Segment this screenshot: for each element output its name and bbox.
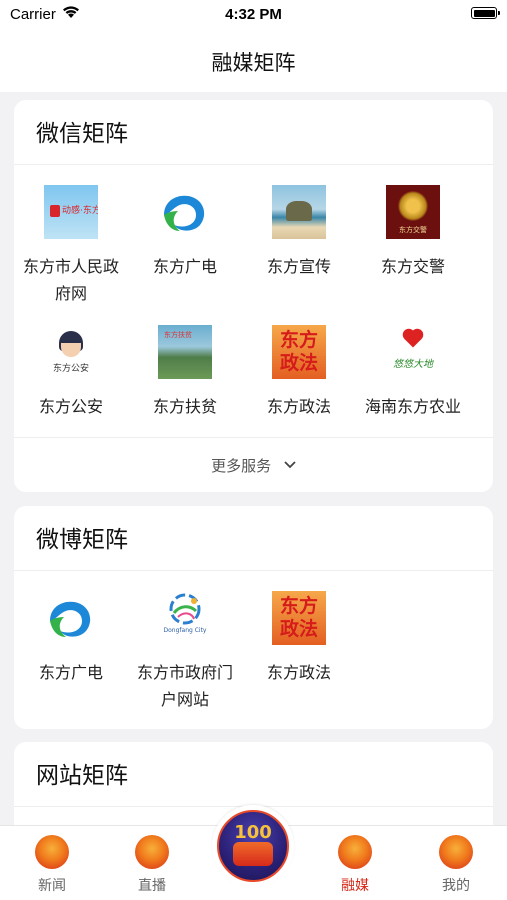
traffic-police-badge-icon: 东方交警 <box>386 185 440 239</box>
more-services-button[interactable]: 更多服务 <box>14 437 493 492</box>
weibo-item-broadcast[interactable]: 东方广电 <box>14 591 128 686</box>
wechat-item-gov[interactable]: 动感·东方 东方市人民政府网 <box>14 185 128 307</box>
media-tab-icon <box>338 835 372 869</box>
gov-site-logo-icon: 动感·东方 <box>44 185 98 239</box>
tab-label: 融媒 <box>341 878 369 894</box>
wechat-item-agriculture[interactable]: 悠悠大地 海南东方农业 <box>356 325 470 420</box>
gov-portal-logo-icon: Dongfang City <box>158 591 212 645</box>
tab-live[interactable]: 直播 <box>112 826 192 895</box>
wechat-item-label: 东方交警 <box>380 257 445 276</box>
tab-media[interactable]: 融媒 <box>315 826 395 895</box>
broadcast-logo-icon <box>158 185 212 239</box>
seaside-photo-logo-icon <box>272 185 326 239</box>
battery-icon <box>471 7 500 19</box>
news-tab-icon <box>35 835 69 869</box>
agriculture-logo-icon: 悠悠大地 <box>386 325 440 379</box>
tab-label: 我的 <box>442 878 470 894</box>
weibo-matrix-title: 微博矩阵 <box>14 506 493 571</box>
centenary-cake-icon: 100 <box>217 810 289 882</box>
wechat-matrix-title: 微信矩阵 <box>14 100 493 165</box>
politics-law-logo-icon: 东方政法 <box>272 591 326 645</box>
wifi-icon <box>62 5 80 23</box>
poverty-relief-photo-icon: 东方扶贫 <box>158 325 212 379</box>
more-services-label: 更多服务 <box>211 457 272 475</box>
scroll-content[interactable]: 微信矩阵 动感·东方 东方市人民政府网 东方广电 东方宣传 东方交警 东方交警 … <box>0 92 507 825</box>
live-tab-icon <box>135 835 169 869</box>
wechat-item-broadcast[interactable]: 东方广电 <box>128 185 242 280</box>
wechat-item-traffic-police[interactable]: 东方交警 东方交警 <box>356 185 470 280</box>
wechat-matrix-card: 微信矩阵 动感·东方 东方市人民政府网 东方广电 东方宣传 东方交警 东方交警 … <box>14 100 493 492</box>
wechat-item-publicity[interactable]: 东方宣传 <box>242 185 356 280</box>
weibo-item-label: 东方广电 <box>38 663 103 682</box>
weibo-item-label: 东方市政府门户网站 <box>136 663 233 709</box>
wechat-item-label: 东方扶贫 <box>152 397 217 416</box>
profile-tab-icon <box>439 835 473 869</box>
navigation-bar: 融媒矩阵 <box>0 30 507 92</box>
centenary-number: 100 <box>234 822 272 843</box>
wechat-item-label: 东方公安 <box>38 397 103 416</box>
weibo-item-label: 东方政法 <box>266 663 331 682</box>
weibo-matrix-card: 微博矩阵 东方广电 Dongfang City 东方市政府门户网站 东方政法 东… <box>14 506 493 729</box>
tab-label: 直播 <box>138 878 166 894</box>
wechat-item-label: 东方政法 <box>266 397 331 416</box>
politics-law-logo-icon: 东方政法 <box>272 325 326 379</box>
wechat-item-label: 东方市人民政府网 <box>22 257 119 303</box>
status-bar: Carrier 4:32 PM <box>0 0 507 30</box>
chevron-down-icon <box>284 436 296 492</box>
tab-label: 新闻 <box>38 878 66 894</box>
tab-profile[interactable]: 我的 <box>416 826 496 895</box>
broadcast-logo-icon <box>44 591 98 645</box>
center-tab-button[interactable]: 100 <box>212 805 294 887</box>
carrier-label: Carrier <box>10 6 56 23</box>
police-cartoon-icon: 东方公安 <box>44 325 98 379</box>
wechat-item-poverty-relief[interactable]: 东方扶贫 东方扶贫 <box>128 325 242 420</box>
wechat-item-politics-law[interactable]: 东方政法 东方政法 <box>242 325 356 420</box>
website-matrix-title: 网站矩阵 <box>14 742 493 807</box>
page-title: 融媒矩阵 <box>211 51 296 75</box>
wechat-item-label: 东方广电 <box>152 257 217 276</box>
tab-news[interactable]: 新闻 <box>12 826 92 895</box>
wechat-item-label: 海南东方农业 <box>364 397 461 416</box>
wechat-item-public-security[interactable]: 东方公安 东方公安 <box>14 325 128 420</box>
weibo-item-gov-portal[interactable]: Dongfang City 东方市政府门户网站 <box>128 591 242 713</box>
weibo-item-politics-law[interactable]: 东方政法 东方政法 <box>242 591 356 686</box>
wechat-item-label: 东方宣传 <box>266 257 331 276</box>
